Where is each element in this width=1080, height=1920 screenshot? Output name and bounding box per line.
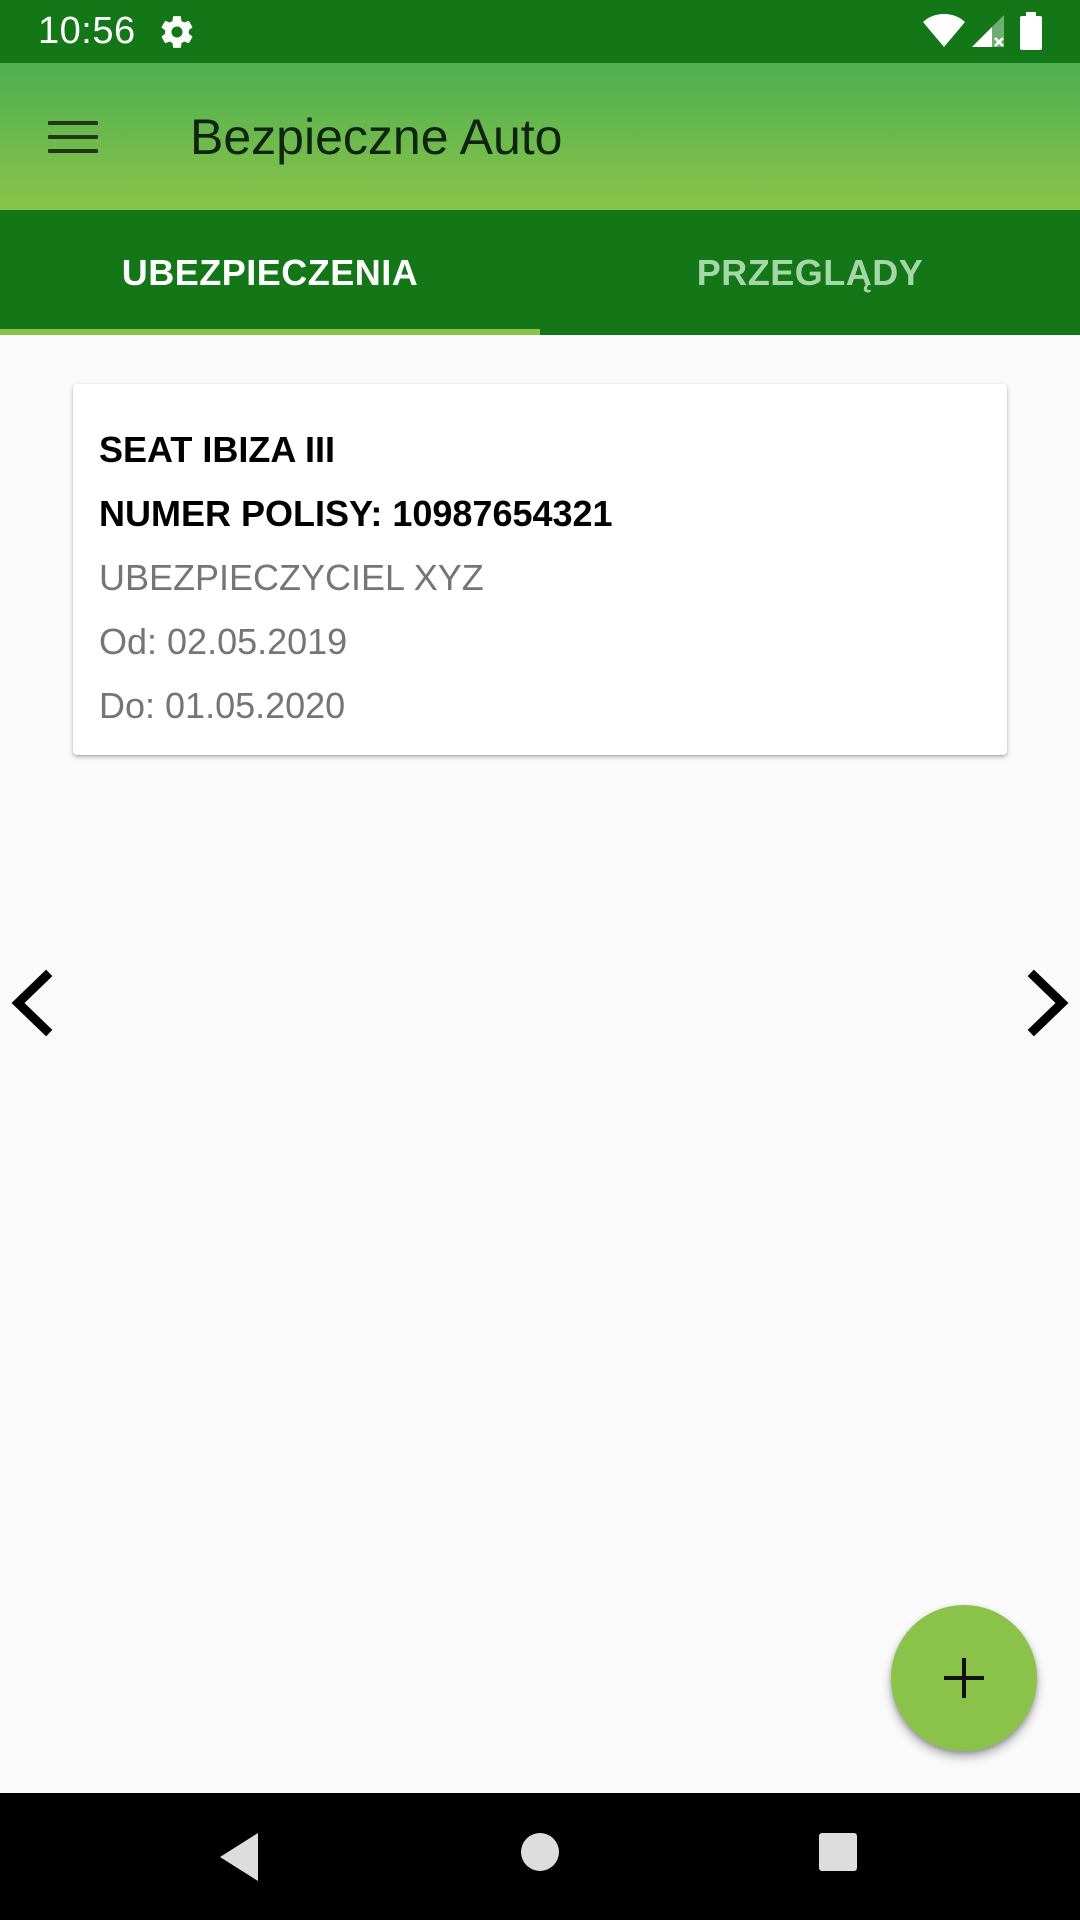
insurance-card[interactable]: SEAT IBIZA III NUMER POLISY: 10987654321…	[73, 384, 1007, 755]
status-time: 10:56	[38, 10, 136, 52]
tab-bar: UBEZPIECZENIA PRZEGLĄDY	[0, 210, 1080, 335]
date-from: Od: 02.05.2019	[99, 621, 348, 662]
app-screen: 10:56 Bezpieczne Auto UBEZPIECZENIA PRZE…	[0, 0, 1080, 1920]
menu-bar-line	[48, 135, 98, 139]
status-bar: 10:56	[0, 0, 1080, 63]
app-title: Bezpieczne Auto	[190, 109, 563, 165]
tab-przeglady[interactable]: PRZEGLĄDY	[540, 210, 1080, 335]
tab-indicator	[0, 329, 540, 335]
hamburger-menu-icon[interactable]	[36, 109, 108, 165]
menu-bar-line	[48, 149, 98, 153]
chevron-right-icon[interactable]	[1024, 968, 1074, 1038]
date-to: Do: 01.05.2020	[99, 685, 346, 726]
plus-icon	[944, 1658, 984, 1698]
back-icon[interactable]	[214, 1829, 264, 1885]
battery-icon	[1020, 12, 1042, 50]
chevron-left-icon[interactable]	[6, 968, 56, 1038]
insurer-name: UBEZPIECZYCIEL XYZ	[99, 557, 484, 598]
tab-ubezpieczenia[interactable]: UBEZPIECZENIA	[0, 210, 540, 335]
tab-label: PRZEGLĄDY	[696, 251, 924, 293]
car-name: SEAT IBIZA III	[99, 429, 336, 470]
policy-number: NUMER POLISY: 10987654321	[99, 493, 613, 534]
app-bar: Bezpieczne Auto	[0, 63, 1080, 210]
gear-icon	[161, 16, 193, 48]
system-nav-bar	[0, 1793, 1080, 1920]
home-icon[interactable]	[519, 1831, 561, 1873]
recents-icon[interactable]	[817, 1831, 859, 1873]
menu-bar-line	[48, 121, 98, 125]
signal-icon	[972, 15, 1004, 47]
wifi-icon	[923, 14, 965, 47]
tab-label: UBEZPIECZENIA	[121, 251, 419, 293]
add-button[interactable]	[891, 1605, 1037, 1751]
